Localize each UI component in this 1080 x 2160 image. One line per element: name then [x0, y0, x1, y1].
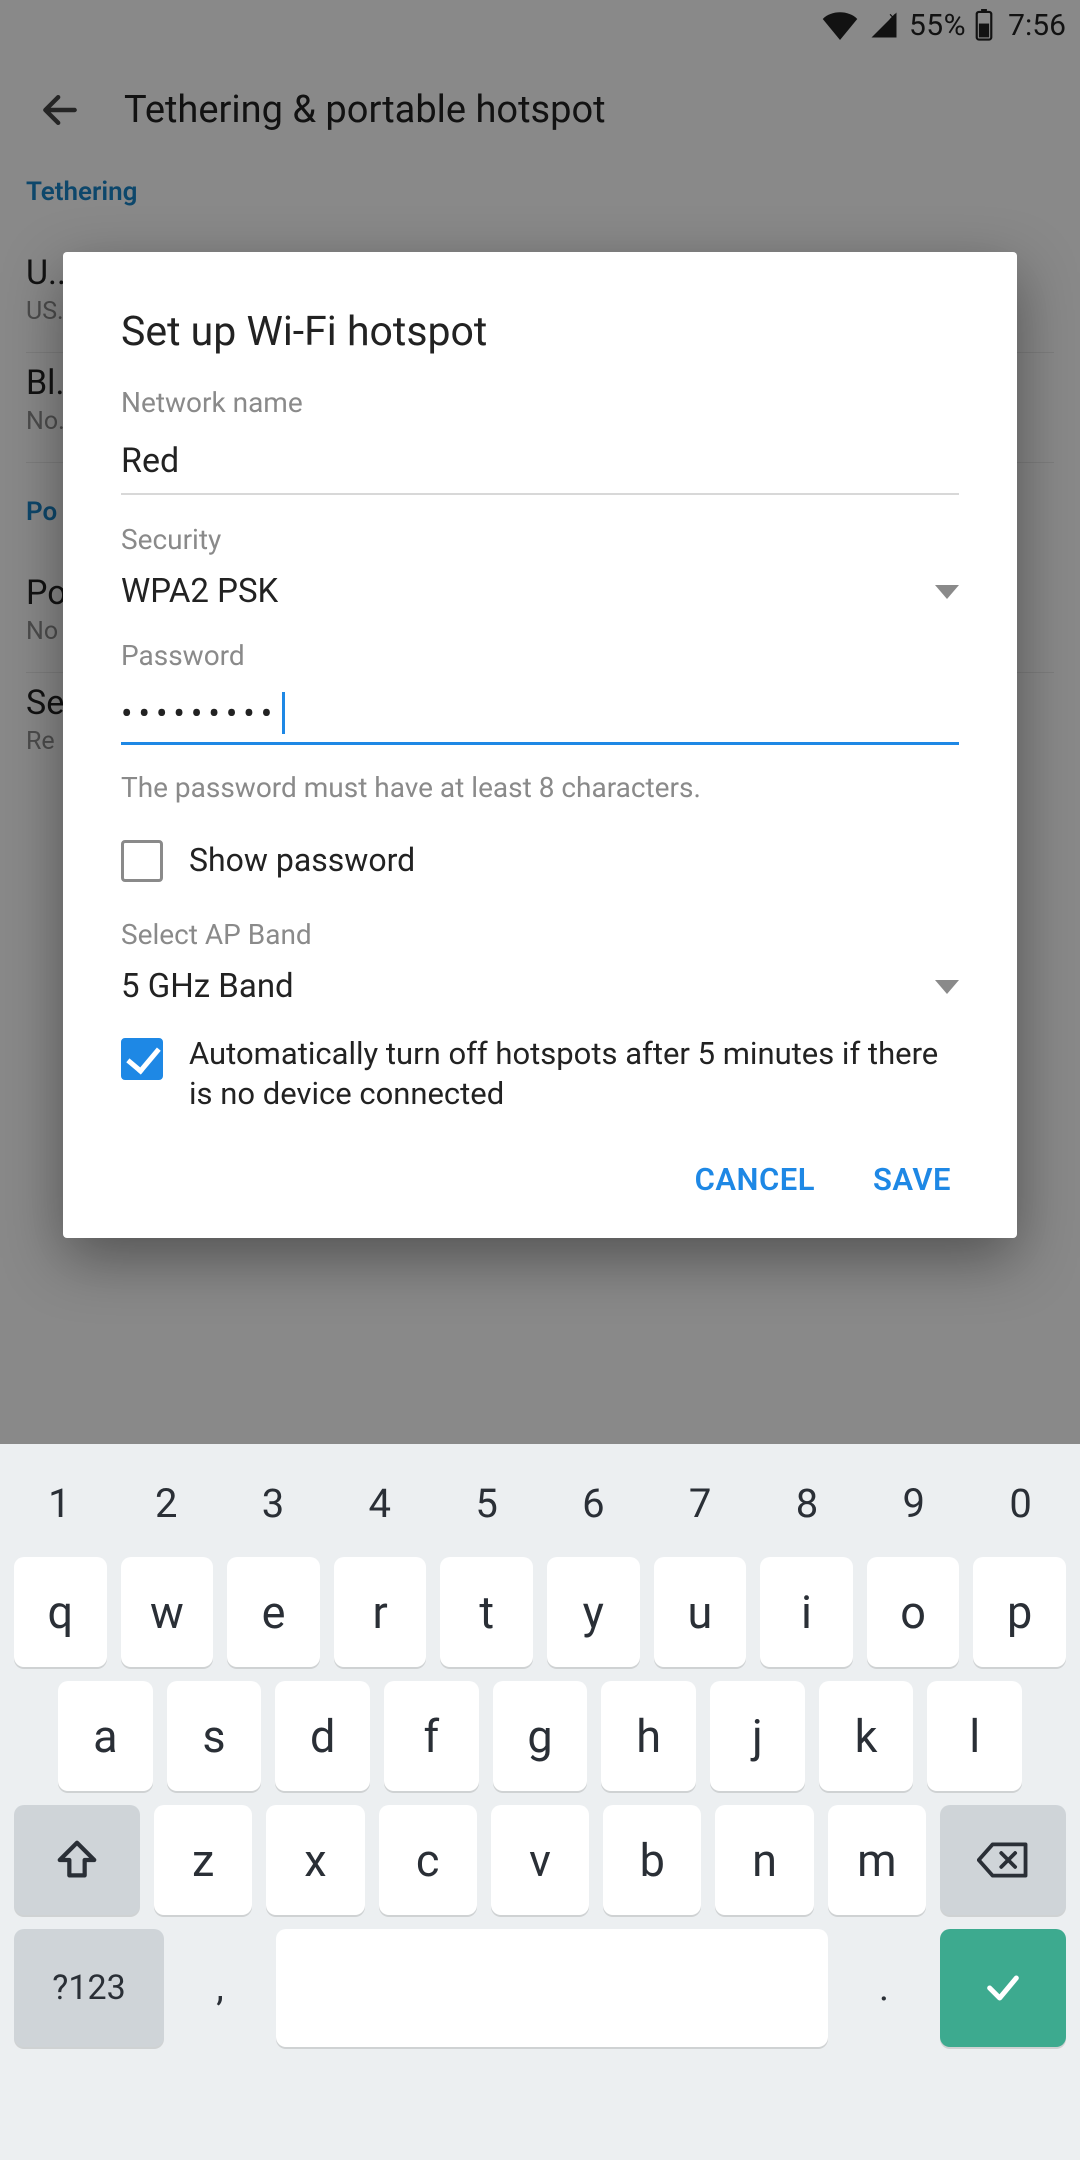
key-a[interactable]: a [58, 1681, 153, 1791]
key-7[interactable]: 7 [648, 1460, 752, 1547]
key-z[interactable]: z [154, 1805, 252, 1915]
cancel-button[interactable]: CANCEL [695, 1161, 815, 1198]
key-x[interactable]: x [266, 1805, 364, 1915]
key-b[interactable]: b [603, 1805, 701, 1915]
key-u[interactable]: u [654, 1557, 747, 1667]
security-label: Security [121, 523, 959, 556]
key-m[interactable]: m [828, 1805, 926, 1915]
key-g[interactable]: g [493, 1681, 588, 1791]
key-e[interactable]: e [227, 1557, 320, 1667]
network-name-label: Network name [121, 386, 959, 419]
key-q[interactable]: q [14, 1557, 107, 1667]
key-f[interactable]: f [384, 1681, 479, 1791]
key-k[interactable]: k [819, 1681, 914, 1791]
key-l[interactable]: l [927, 1681, 1022, 1791]
backspace-key[interactable] [940, 1805, 1066, 1915]
key-0[interactable]: 0 [969, 1460, 1073, 1547]
key-6[interactable]: 6 [541, 1460, 645, 1547]
show-password-checkbox[interactable] [121, 840, 163, 882]
security-dropdown[interactable]: WPA2 PSK [121, 572, 959, 611]
period-key[interactable]: . [842, 1929, 926, 2047]
auto-off-checkbox[interactable] [121, 1038, 163, 1080]
text-cursor [282, 692, 285, 734]
spacebar-key[interactable] [276, 1929, 828, 2047]
hotspot-setup-dialog: Set up Wi-Fi hotspot Network name Securi… [63, 252, 1017, 1238]
password-hint: The password must have at least 8 charac… [121, 771, 959, 804]
key-s[interactable]: s [167, 1681, 262, 1791]
key-h[interactable]: h [601, 1681, 696, 1791]
key-y[interactable]: y [547, 1557, 640, 1667]
key-2[interactable]: 2 [114, 1460, 218, 1547]
key-c[interactable]: c [379, 1805, 477, 1915]
enter-key[interactable] [940, 1929, 1066, 2047]
key-9[interactable]: 9 [862, 1460, 966, 1547]
shift-key[interactable] [14, 1805, 140, 1915]
symbols-key[interactable]: ?123 [14, 1929, 164, 2047]
key-3[interactable]: 3 [221, 1460, 325, 1547]
chevron-down-icon [935, 980, 959, 994]
key-8[interactable]: 8 [755, 1460, 859, 1547]
key-w[interactable]: w [121, 1557, 214, 1667]
key-o[interactable]: o [867, 1557, 960, 1667]
key-v[interactable]: v [491, 1805, 589, 1915]
key-p[interactable]: p [973, 1557, 1066, 1667]
key-j[interactable]: j [710, 1681, 805, 1791]
dialog-title: Set up Wi-Fi hotspot [121, 308, 959, 356]
on-screen-keyboard: 1234567890 qwertyuiop asdfghjkl zxcvbnm … [0, 1444, 1080, 2160]
key-d[interactable]: d [275, 1681, 370, 1791]
password-input[interactable]: ••••••••• [121, 688, 959, 745]
network-name-input[interactable] [121, 435, 959, 495]
key-5[interactable]: 5 [435, 1460, 539, 1547]
key-r[interactable]: r [334, 1557, 427, 1667]
shift-icon [54, 1837, 100, 1883]
comma-key[interactable]: , [178, 1929, 262, 2047]
ap-band-dropdown[interactable]: 5 GHz Band [121, 967, 959, 1006]
save-button[interactable]: SAVE [873, 1161, 951, 1198]
key-n[interactable]: n [715, 1805, 813, 1915]
key-i[interactable]: i [760, 1557, 853, 1667]
key-t[interactable]: t [440, 1557, 533, 1667]
show-password-label: Show password [189, 840, 415, 882]
ap-band-label: Select AP Band [121, 918, 959, 951]
check-icon [976, 1968, 1030, 2008]
key-1[interactable]: 1 [7, 1460, 111, 1547]
backspace-icon [977, 1840, 1029, 1880]
chevron-down-icon [935, 585, 959, 599]
key-4[interactable]: 4 [328, 1460, 432, 1547]
auto-off-label: Automatically turn off hotspots after 5 … [189, 1034, 959, 1115]
password-label: Password [121, 639, 959, 672]
